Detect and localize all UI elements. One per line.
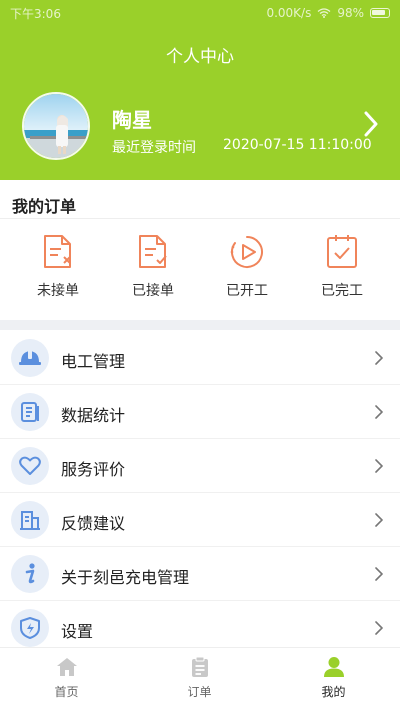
home-icon [56, 658, 77, 676]
menu-icon-badge [11, 501, 49, 539]
heart-icon [19, 456, 41, 475]
page-title: 个人中心 [166, 47, 234, 67]
doc-check-icon [139, 235, 167, 268]
menu-item-service-evaluation[interactable]: 服务评价 [0, 439, 400, 493]
menu-item-data-statistics[interactable]: 数据统计 [0, 385, 400, 439]
status-bar: 下午3:06 0.00K/s 98% [0, 0, 400, 26]
battery-icon [370, 8, 390, 18]
tab-label: 订单 [187, 685, 212, 699]
play-icon [230, 236, 263, 268]
menu-icon-badge [11, 447, 49, 485]
chevron-right-icon [375, 567, 383, 581]
order-status-started[interactable]: 已开工 [207, 234, 287, 300]
tab-home[interactable]: 首页 [0, 648, 133, 711]
orders-section-title: 我的订单 [12, 197, 77, 216]
bottom-tab-bar: 首页 订单 我的 [0, 647, 400, 711]
section-separator [0, 320, 400, 330]
wifi-icon [317, 8, 331, 18]
shield-bolt-icon [20, 617, 40, 639]
menu-item-label: 设置 [61, 622, 94, 641]
order-status-accepted[interactable]: 已接单 [113, 234, 193, 300]
network-speed: 0.00K/s [266, 6, 312, 20]
menu-icon-badge [11, 393, 49, 431]
menu-item-label: 关于刻邑充电管理 [61, 568, 190, 587]
menu-item-label: 电工管理 [61, 352, 126, 371]
chevron-right-icon [375, 513, 383, 527]
user-name: 陶星 [112, 108, 152, 132]
info-icon [25, 563, 35, 584]
status-indicators: 0.00K/s 98% [266, 6, 390, 20]
order-status-pending[interactable]: 未接单 [18, 234, 98, 300]
hardhat-icon [19, 350, 41, 365]
order-status-completed[interactable]: 已完工 [302, 234, 382, 300]
order-status-label: 已完工 [321, 283, 363, 299]
tab-orders[interactable]: 订单 [133, 648, 266, 711]
battery-percent: 98% [337, 6, 364, 20]
user-icon [323, 657, 344, 677]
order-status-label: 已接单 [132, 283, 174, 299]
avatar-photo [24, 94, 88, 158]
chevron-right-icon [375, 459, 383, 473]
menu-item-settings[interactable]: 设置 [0, 601, 400, 647]
profile-header: 下午3:06 0.00K/s 98% 个人中心 陶星 最近登录时间 2020-0… [0, 0, 400, 180]
avatar[interactable] [22, 92, 90, 160]
order-status-label: 未接单 [37, 283, 79, 299]
menu-item-about[interactable]: 关于刻邑充电管理 [0, 547, 400, 601]
document-icon [21, 402, 39, 422]
tab-label: 我的 [321, 685, 346, 699]
chevron-right-icon [375, 405, 383, 419]
building-icon [20, 511, 40, 530]
clipboard-check-icon [327, 235, 357, 268]
tab-label: 首页 [54, 685, 79, 699]
profile-chevron-icon[interactable] [360, 110, 382, 138]
tab-mine[interactable]: 我的 [267, 648, 400, 711]
menu-item-label: 服务评价 [61, 460, 126, 479]
menu-item-label: 数据统计 [61, 406, 126, 425]
divider [0, 218, 400, 219]
clipboard-icon [191, 656, 208, 677]
menu-item-label: 反馈建议 [61, 514, 126, 533]
last-login-time: 2020-07-15 11:10:00 [223, 137, 372, 153]
menu-icon-badge [11, 339, 49, 377]
menu-item-electrician-management[interactable]: 电工管理 [0, 331, 400, 385]
last-login-label: 最近登录时间 [112, 140, 196, 156]
chevron-right-icon [375, 621, 383, 635]
menu-icon-badge [11, 609, 49, 647]
order-status-label: 已开工 [226, 283, 268, 299]
status-time: 下午3:06 [10, 6, 61, 21]
menu-item-feedback[interactable]: 反馈建议 [0, 493, 400, 547]
doc-x-icon [44, 235, 71, 268]
chevron-right-icon [375, 351, 383, 365]
menu-icon-badge [11, 555, 49, 593]
